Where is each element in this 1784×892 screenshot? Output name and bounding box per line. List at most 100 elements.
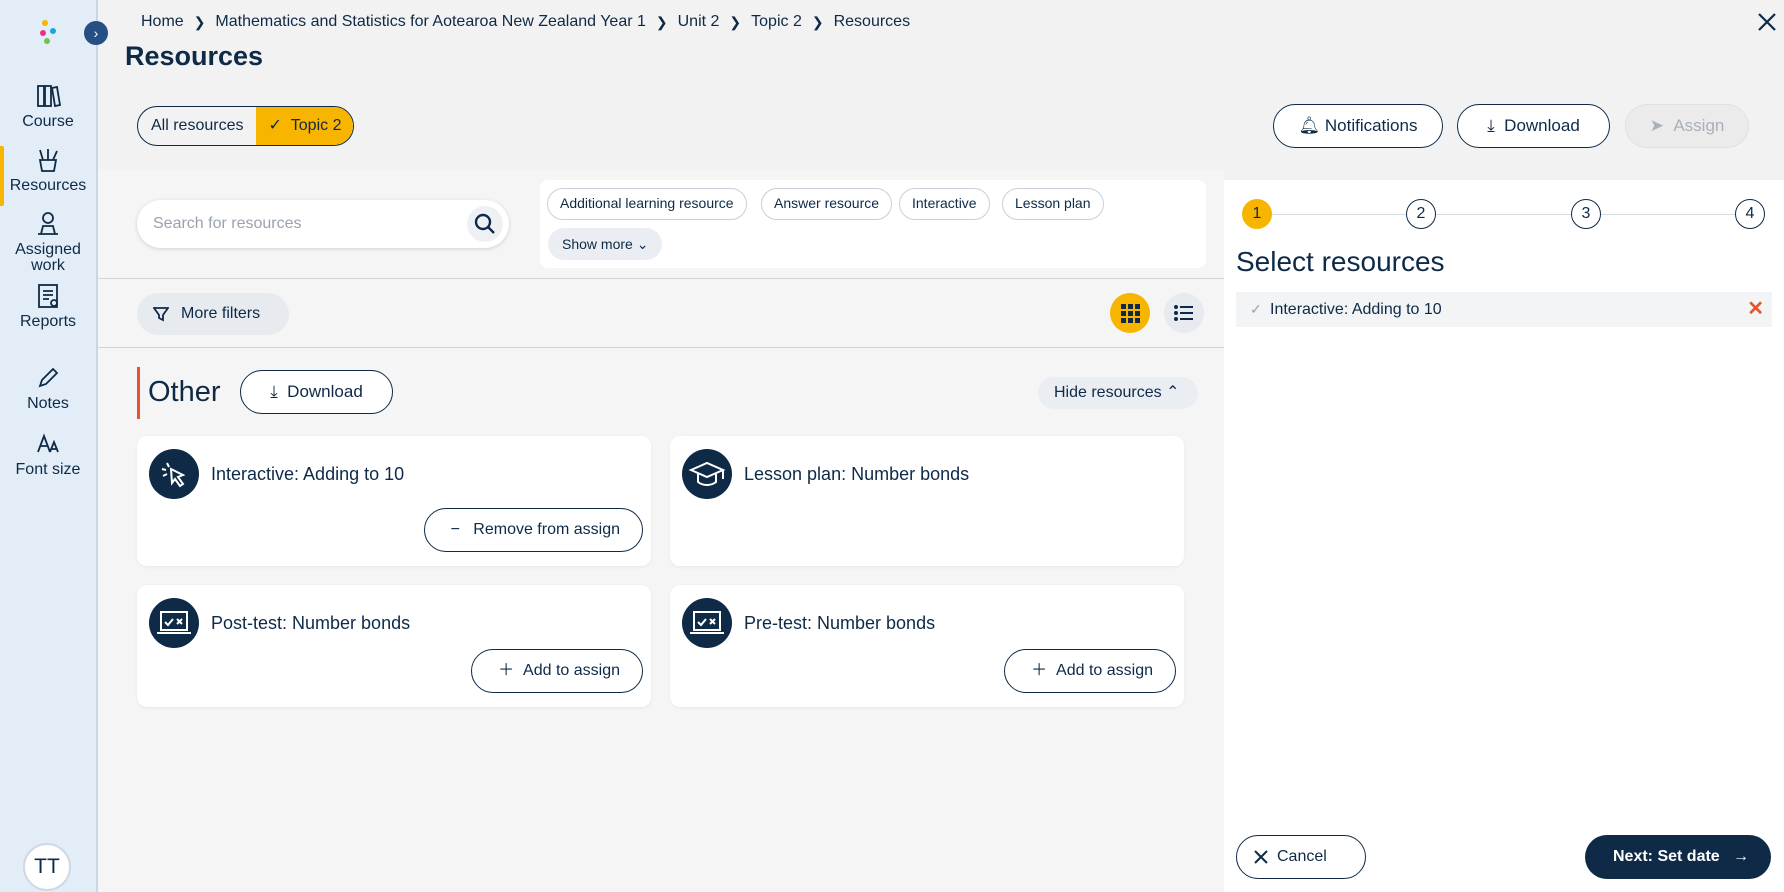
filter-icon	[153, 307, 169, 322]
assign-button[interactable]: ➤ Assign	[1625, 104, 1749, 148]
topic-toggle[interactable]: ✓ Topic 2	[256, 107, 354, 145]
chevron-up-icon: ⌃	[1166, 384, 1180, 401]
sidebar-item-course[interactable]: Course	[0, 82, 96, 130]
panel-title: Select resources	[1236, 246, 1445, 277]
download-icon: ⤓	[1487, 116, 1495, 135]
sidebar-item-notes[interactable]: Notes	[0, 364, 96, 412]
plus-icon: ＋	[498, 662, 515, 679]
search-button[interactable]	[467, 206, 503, 242]
chip-lesson-plan[interactable]: Lesson plan	[1002, 188, 1104, 220]
grid-view-button[interactable]	[1110, 293, 1150, 333]
notifications-button[interactable]: 🔔︎ Notifications	[1273, 104, 1443, 148]
grid-icon	[1121, 304, 1140, 323]
graduation-cap-icon	[682, 449, 732, 499]
close-button[interactable]	[1754, 9, 1780, 35]
breadcrumb-unit[interactable]: Unit 2	[678, 13, 720, 31]
sidebar-item-label: Notes	[27, 395, 69, 412]
filter-chips: Additional learning resource Answer reso…	[540, 180, 1206, 268]
breadcrumb-home[interactable]: Home	[141, 13, 184, 31]
step-1[interactable]: 1	[1242, 199, 1272, 229]
resource-card[interactable]: Pre-test: Number bonds ＋ Add to assign	[670, 585, 1184, 707]
topic-toggle-label: Topic 2	[290, 117, 342, 134]
download-icon: ⤓	[270, 382, 278, 401]
app-logo[interactable]	[36, 20, 60, 44]
close-icon: ✕	[1747, 298, 1764, 320]
arrow-right-icon: →	[1733, 848, 1750, 865]
sidebar-item-label: Reports	[19, 313, 77, 330]
chip-answer-resource[interactable]: Answer resource	[761, 188, 893, 220]
bell-icon: 🔔︎	[1298, 116, 1321, 135]
page-title: Resources	[125, 41, 264, 71]
resource-title: Lesson plan: Number bonds	[744, 464, 970, 484]
chevron-right-icon: ›	[93, 25, 99, 41]
sidebar-item-assigned-work[interactable]: Assigned work	[0, 210, 96, 274]
resource-card[interactable]: Post-test: Number bonds ＋ Add to assign	[137, 585, 651, 707]
font-size-icon	[37, 433, 59, 453]
step-2[interactable]: 2	[1406, 199, 1436, 229]
show-more-button[interactable]: Show more ⌄	[548, 228, 663, 260]
breadcrumb-topic[interactable]: Topic 2	[751, 13, 802, 31]
remove-from-assign-button[interactable]: − Remove from assign	[423, 508, 643, 552]
assign-panel	[1224, 180, 1784, 892]
hide-resources-label: Hide resources	[1054, 384, 1162, 401]
section-title: Other	[148, 376, 221, 408]
search-input[interactable]: Search for resources	[137, 200, 509, 248]
add-to-assign-button[interactable]: ＋ Add to assign	[471, 649, 643, 693]
list-icon	[1174, 305, 1193, 321]
add-to-assign-button[interactable]: ＋ Add to assign	[1004, 649, 1176, 693]
more-filters-label: More filters	[181, 305, 261, 322]
sidebar: Course Resources Assigned work Reports N…	[0, 0, 98, 892]
remove-selected-button[interactable]: ✕	[1747, 292, 1764, 327]
show-more-label: Show more	[562, 236, 633, 252]
check-icon: ✓	[1250, 301, 1262, 317]
chip-interactive[interactable]: Interactive	[899, 188, 990, 220]
section-download-button[interactable]: ⤓ Download	[240, 370, 393, 414]
resource-card[interactable]: Interactive: Adding to 10 − Remove from …	[137, 436, 651, 566]
download-label: Download	[1504, 116, 1580, 135]
sidebar-item-label: Course	[22, 113, 74, 130]
search-placeholder: Search for resources	[153, 215, 302, 232]
section-download-label: Download	[287, 382, 363, 401]
pencil-icon	[38, 367, 59, 388]
expand-sidebar-button[interactable]: ›	[84, 21, 108, 45]
sidebar-item-reports[interactable]: Reports	[0, 282, 96, 330]
all-resources-toggle[interactable]: All resources	[138, 107, 256, 145]
pencil-cup-icon	[38, 149, 58, 172]
section-accent-bar	[137, 367, 140, 419]
sidebar-item-resources[interactable]: Resources	[0, 146, 96, 206]
avatar[interactable]: TT	[23, 843, 71, 891]
sidebar-item-label: Resources	[9, 177, 87, 194]
notifications-label: Notifications	[1324, 116, 1418, 135]
cursor-click-icon	[149, 449, 199, 499]
laptop-test-icon	[682, 598, 732, 648]
search-icon	[474, 213, 495, 234]
cancel-button[interactable]: Cancel	[1236, 835, 1366, 879]
download-button[interactable]: ⤓ Download	[1457, 104, 1610, 148]
chip-additional-learning-resource[interactable]: Additional learning resource	[547, 188, 747, 220]
list-view-button[interactable]	[1164, 293, 1204, 333]
step-4[interactable]: 4	[1735, 199, 1765, 229]
more-filters-button[interactable]: More filters	[137, 293, 289, 335]
send-icon: ➤	[1649, 116, 1664, 135]
step-3[interactable]: 3	[1571, 199, 1601, 229]
next-label: Next: Set date	[1613, 848, 1720, 865]
resource-card[interactable]: Lesson plan: Number bonds	[670, 436, 1184, 566]
close-icon	[1254, 850, 1268, 864]
chevron-down-icon: ⌄	[636, 236, 649, 252]
breadcrumb-course[interactable]: Mathematics and Statistics for Aotearoa …	[215, 13, 645, 31]
sidebar-item-font-size[interactable]: Font size	[0, 430, 96, 478]
remove-from-assign-label: Remove from assign	[473, 521, 620, 538]
stepper-line	[1270, 214, 1742, 215]
chevron-right-icon: ❯	[193, 13, 206, 30]
chevron-right-icon: ❯	[729, 13, 742, 30]
chevron-right-icon: ❯	[655, 13, 668, 30]
breadcrumb-current: Resources	[833, 13, 911, 30]
hide-resources-button[interactable]: Hide resources ⌃	[1038, 377, 1198, 409]
add-to-assign-label: Add to assign	[523, 662, 620, 679]
scope-toggle: All resources ✓ Topic 2	[137, 106, 355, 146]
next-set-date-button[interactable]: Next: Set date →	[1585, 835, 1771, 879]
assign-label: Assign	[1673, 116, 1725, 135]
close-icon	[1758, 13, 1776, 31]
resource-title: Pre-test: Number bonds	[744, 613, 936, 633]
sidebar-item-label: Assigned work	[15, 241, 81, 274]
